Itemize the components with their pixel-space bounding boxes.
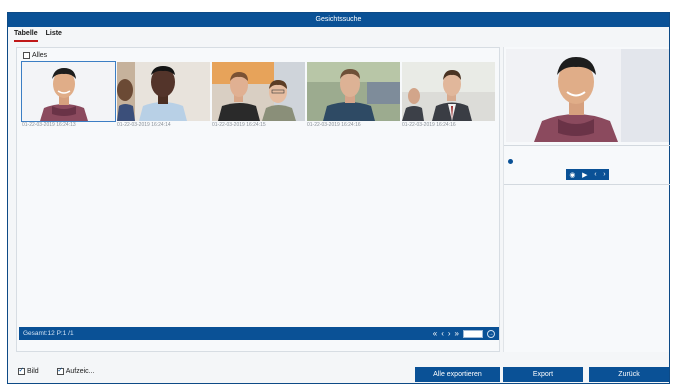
page-number-input[interactable]	[463, 329, 483, 338]
face-image	[212, 62, 305, 121]
previous-icon[interactable]: ‹	[594, 171, 596, 178]
go-page-icon[interactable]: →	[487, 329, 495, 338]
last-page-icon[interactable]: »	[455, 327, 459, 340]
tab-list[interactable]: Liste	[46, 30, 62, 42]
next-icon[interactable]: ›	[603, 171, 605, 178]
result-thumbnail[interactable]: 01-22-03-2019 16:24:13	[21, 61, 116, 132]
results-panel: Alles 01-22-03-2019 16:24:13 01-22-03-20…	[16, 47, 500, 352]
select-all-label: Alles	[32, 52, 48, 59]
recording-option-label: Aufzeic...	[65, 368, 95, 375]
export-all-button[interactable]: Alle exportieren	[415, 367, 500, 382]
play-icon[interactable]: ▶	[582, 171, 587, 179]
next-page-icon[interactable]: ›	[448, 327, 451, 340]
result-timestamp: 01-22-03-2019 16:24:14	[117, 122, 171, 128]
result-timestamp: 01-22-03-2019 16:24:16	[307, 122, 361, 128]
face-image	[117, 62, 210, 121]
image-checkbox[interactable]	[18, 366, 25, 375]
stop-icon[interactable]: ◉	[569, 171, 575, 179]
prev-page-icon[interactable]: ‹	[441, 327, 444, 340]
image-option[interactable]: Bild	[18, 366, 39, 375]
result-timestamp: 01-22-03-2019 16:24:16	[402, 122, 456, 128]
playback-controls-area: ◉ ▶ ‹ ›	[504, 145, 670, 185]
window-title: Gesichtssuche	[8, 13, 669, 27]
export-options: Bild Aufzeic...	[18, 366, 95, 375]
back-button[interactable]: Zurück	[589, 367, 669, 382]
result-summary: Gesamt:12 P:1 /1	[23, 330, 74, 337]
pagination-controls: « ‹ › » →	[433, 327, 495, 340]
select-all[interactable]: Alles	[23, 52, 47, 59]
image-option-label: Bild	[27, 368, 39, 375]
face-image	[21, 61, 116, 122]
face-image	[402, 62, 495, 121]
result-thumbnail[interactable]: 01-22-03-2019 16:24:14	[117, 62, 210, 132]
result-timestamp: 01-22-03-2019 16:24:13	[22, 122, 76, 128]
result-thumbnail[interactable]: 01-22-03-2019 16:24:15	[212, 62, 305, 132]
select-all-checkbox[interactable]	[23, 52, 30, 59]
preview-image	[506, 49, 669, 142]
result-thumbnail[interactable]: 01-22-03-2019 16:24:16	[402, 62, 495, 132]
result-thumbnails: 01-22-03-2019 16:24:13 01-22-03-2019 16:…	[21, 61, 495, 132]
recording-option[interactable]: Aufzeic...	[56, 366, 95, 375]
face-image	[307, 62, 400, 121]
tab-table[interactable]: Tabelle	[14, 30, 38, 42]
status-dot	[508, 159, 513, 164]
recording-checkbox[interactable]	[56, 366, 64, 375]
preview-panel: ◉ ▶ ‹ ›	[503, 47, 670, 352]
playback-bar: ◉ ▶ ‹ ›	[566, 169, 609, 180]
face-search-window: Gesichtssuche Tabelle Liste Alles 01-22-…	[7, 12, 670, 384]
first-page-icon[interactable]: «	[433, 327, 437, 340]
result-timestamp: 01-22-03-2019 16:24:15	[212, 122, 266, 128]
export-button[interactable]: Export	[503, 367, 583, 382]
view-tabs: Tabelle Liste	[14, 30, 62, 42]
pagination-bar: Gesamt:12 P:1 /1 « ‹ › » →	[19, 327, 499, 340]
result-thumbnail[interactable]: 01-22-03-2019 16:24:16	[307, 62, 400, 132]
